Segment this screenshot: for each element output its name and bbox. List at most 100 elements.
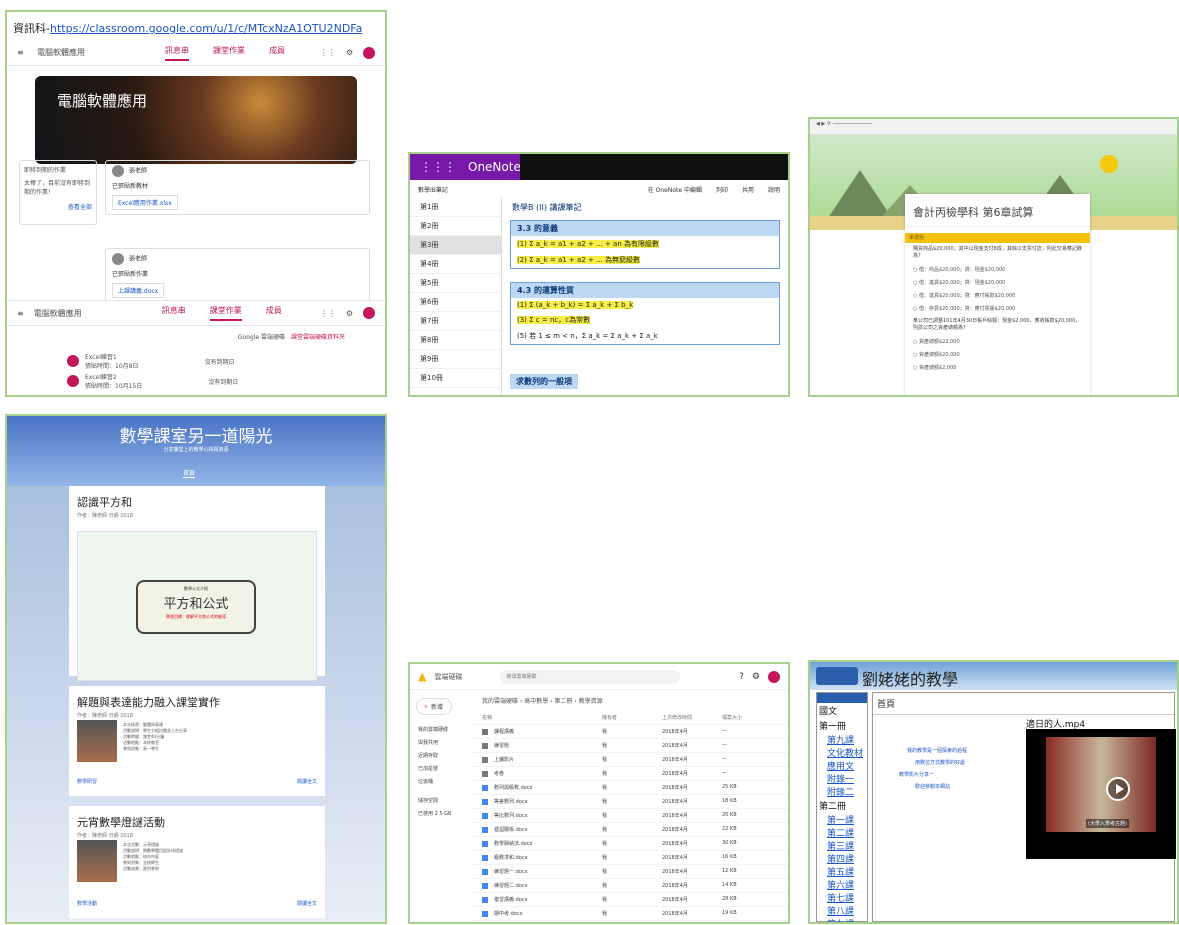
apps-icon[interactable]: ⋮⋮ (320, 48, 336, 57)
table-row[interactable]: 等差數列.docx 我 2018年4月 18 KB (472, 795, 788, 809)
nav-link[interactable]: 第七課 (817, 891, 867, 904)
table-row[interactable]: 數列與級數.docx 我 2018年4月 25 KB (472, 781, 788, 795)
drive-link[interactable]: Google 雲端硬碟 (238, 332, 285, 341)
menu-icon[interactable]: ≡ (17, 309, 24, 318)
nav-link[interactable]: 附錄二 (817, 785, 867, 798)
read-more-link[interactable]: 閱讀全文 (297, 900, 317, 907)
table-row[interactable]: 等比數列.docx 我 2018年4月 20 KB (472, 809, 788, 823)
page-item[interactable]: 第3冊 (410, 236, 501, 255)
sidebar-item-storage[interactable]: 儲存空間 (410, 794, 472, 807)
gear-icon[interactable]: ⚙ (346, 48, 353, 57)
quiz-option[interactable]: 借：進貨$20,000；貸：應付帳款$20,000 (905, 289, 1090, 302)
classroom-url-link[interactable]: https://classroom.google.com/u/1/c/MTcxN… (50, 22, 362, 35)
tab-classwork[interactable]: 課堂作業 (213, 45, 245, 61)
nav-link[interactable]: 第九課 (817, 733, 867, 746)
page-item[interactable]: 第7冊 (410, 312, 501, 331)
sidebar-item-recent[interactable]: 近期存取 (410, 749, 472, 762)
quiz-option[interactable]: 資產總額$22,000 (905, 335, 1090, 348)
apps-icon[interactable]: ⋮⋮ (320, 309, 336, 318)
tab-classwork[interactable]: 課堂作業 (209, 305, 242, 321)
table-row[interactable]: 數學歸納法.docx 我 2018年4月 30 KB (472, 837, 788, 851)
classwork-item[interactable]: Excel練習1 張貼時間：10月8日 沒有到期日 (67, 352, 345, 370)
quiz-option[interactable]: 借：存貨$20,000；貸：應付票據$20,000 (905, 302, 1090, 315)
page-item[interactable]: 第2冊 (410, 217, 501, 236)
content-link[interactable]: 我的教學是一個探索的過程 (907, 745, 967, 757)
page-item[interactable]: 第6冊 (410, 293, 501, 312)
home-tab[interactable]: 首頁 (183, 468, 196, 478)
nav-link[interactable]: 第六課 (817, 878, 867, 891)
gear-icon[interactable]: ⚙ (752, 672, 760, 682)
gear-icon[interactable]: ⚙ (346, 309, 353, 318)
video-player[interactable]: 適日的人.mp4 (大學入學考古題) (1026, 720, 1176, 859)
play-icon[interactable] (1106, 777, 1130, 801)
nav-link[interactable]: 第二課 (817, 826, 867, 839)
tab-stream[interactable]: 訊息串 (165, 45, 189, 61)
tab-stream[interactable]: 訊息串 (162, 305, 186, 321)
nav-link[interactable]: 第三課 (817, 839, 867, 852)
table-row[interactable]: 期末考.docx我2018年4月21 KB (472, 921, 788, 922)
post-label[interactable]: 數學研習 (77, 778, 97, 785)
menu-icon[interactable]: ≡ (17, 48, 27, 57)
nav-link[interactable]: 附錄一 (817, 772, 867, 785)
content-link[interactable]: 教學影片分享一 (899, 769, 967, 781)
read-more-link[interactable]: 閱讀全文 (297, 778, 317, 785)
table-row[interactable]: 考卷 我 2018年4月 — (472, 767, 788, 781)
new-button[interactable]: ＋ 新增 (416, 698, 452, 715)
post-title[interactable]: 元宵數學燈謎活動 (69, 806, 325, 832)
nav-link[interactable]: 第一課 (817, 813, 867, 826)
quiz-option[interactable]: 資產總額$20,000 (905, 348, 1090, 361)
post-attachment[interactable]: 上課講義.docx (112, 283, 165, 298)
print-button[interactable]: 列印 (716, 185, 728, 194)
nav-link[interactable]: 第九課 (817, 917, 867, 922)
quiz-option[interactable]: 資產總額$2,000 (905, 361, 1090, 374)
post-label[interactable]: 數學活動 (77, 900, 97, 907)
page-item[interactable]: 第1冊 (410, 198, 501, 217)
column-header-name[interactable]: 名稱 (482, 714, 602, 721)
sidebar-item-trash[interactable]: 垃圾桶 (410, 775, 472, 788)
edit-in-onenote-button[interactable]: 在 OneNote 中編輯 (648, 185, 702, 194)
quiz-option[interactable]: 借：商品$20,000；貸：現金$20,000 (905, 263, 1090, 276)
onenote-canvas[interactable]: 數學B (II) 講課筆記 3.3 的意義 (1) Σ a_k = a1 + a… (502, 198, 788, 395)
breadcrumb[interactable]: 我的雲端硬碟 › 高中數學 › 第二冊 › 教學資源 (472, 690, 788, 711)
table-row[interactable]: 期中考.docx 我 2018年4月 19 KB (472, 907, 788, 921)
quiz-option[interactable]: 借：進貨$20,000；貸：現金$20,000 (905, 276, 1090, 289)
sidebar-item-my-drive[interactable]: 我的雲端硬碟 (410, 723, 472, 736)
table-row[interactable]: 練習題一.docx 我 2018年4月 12 KB (472, 865, 788, 879)
tab-people[interactable]: 成員 (266, 305, 282, 321)
class-drive-folder-link[interactable]: 課堂雲端硬碟資料夾 (291, 332, 345, 341)
avatar[interactable] (363, 46, 375, 59)
page-item[interactable]: 第10冊 (410, 369, 501, 388)
nav-link[interactable]: 第五課 (817, 865, 867, 878)
page-item[interactable]: 第8冊 (410, 331, 501, 350)
table-row[interactable]: 練習題 我 2018年4月 — (472, 739, 788, 753)
content-link[interactable]: 歡迎參觀本網站 (915, 781, 967, 793)
nav-link[interactable]: 第四課 (817, 852, 867, 865)
nav-link[interactable]: 文化教材 (817, 746, 867, 759)
post-title[interactable]: 解題與表達能力融入課堂實作 (69, 686, 325, 712)
content-link[interactable]: 用數位方式教學的好處 (915, 757, 967, 769)
avatar[interactable] (768, 670, 780, 683)
sidebar-item-shared[interactable]: 與我共用 (410, 736, 472, 749)
sidebar-item-starred[interactable]: 已加星號 (410, 762, 472, 775)
table-row[interactable]: 練習題二.docx 我 2018年4月 14 KB (472, 879, 788, 893)
page-item[interactable]: 第9冊 (410, 350, 501, 369)
help-button[interactable]: 說明 (768, 185, 780, 194)
table-row[interactable]: 課程講義 我 2018年4月 — (472, 725, 788, 739)
page-item[interactable]: 第4冊 (410, 255, 501, 274)
table-row[interactable]: 遞迴關係.docx 我 2018年4月 22 KB (472, 823, 788, 837)
apps-icon[interactable]: ⋮⋮⋮ (420, 160, 456, 174)
post-title[interactable]: 認識平方和 (69, 486, 325, 512)
classwork-item[interactable]: Excel練習2 張貼時間：10月15日 沒有到期日 (67, 372, 345, 390)
view-all-link[interactable]: 查看全部 (24, 202, 92, 211)
page-item[interactable]: 第5冊 (410, 274, 501, 293)
tab-people[interactable]: 成員 (269, 45, 285, 61)
table-row[interactable]: 上課影片 我 2018年4月 — (472, 753, 788, 767)
avatar[interactable] (363, 307, 375, 319)
table-row[interactable]: 複習講義.docx 我 2018年4月 28 KB (472, 893, 788, 907)
nav-link[interactable]: 第八課 (817, 904, 867, 917)
nav-link[interactable]: 應用文 (817, 759, 867, 772)
help-icon[interactable]: ? (739, 672, 744, 682)
search-input[interactable]: 搜尋雲端硬碟 (500, 669, 681, 684)
share-button[interactable]: 共用 (742, 185, 754, 194)
post-attachment[interactable]: Excel應用作業.xlsx (112, 195, 178, 210)
